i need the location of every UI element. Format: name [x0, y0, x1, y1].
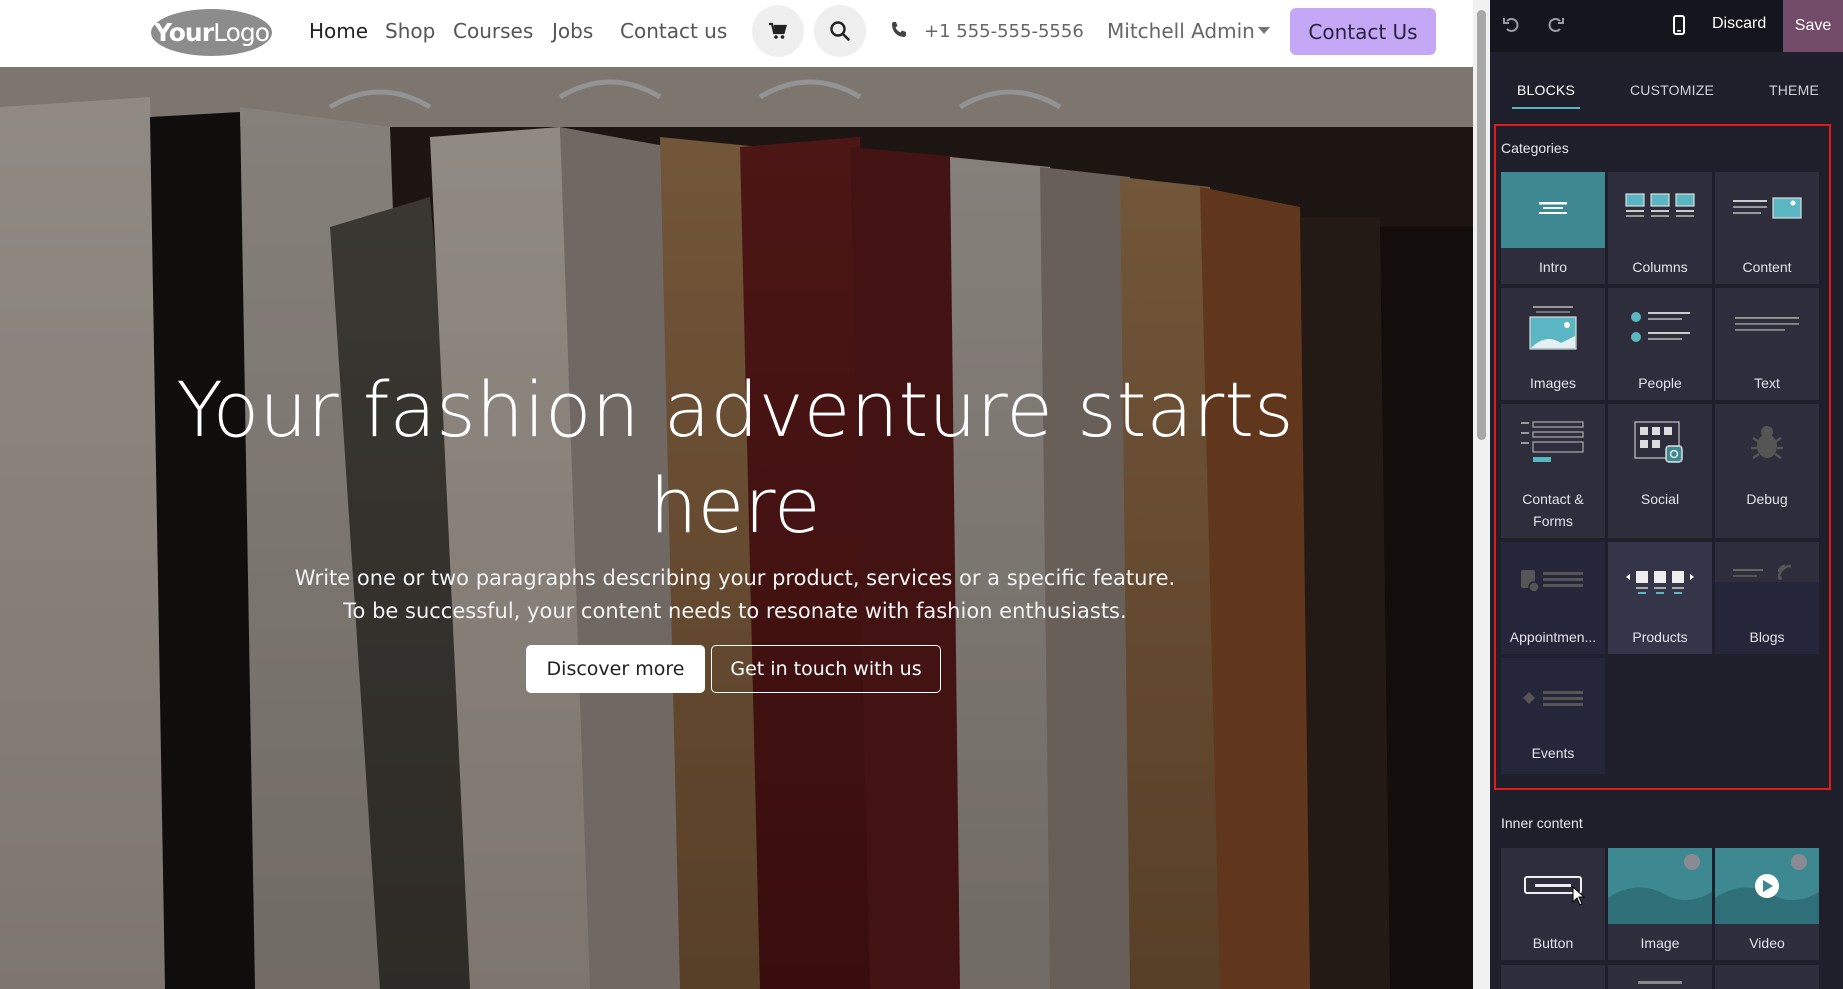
block-content[interactable]: Content [1715, 172, 1819, 284]
get-in-touch-button[interactable]: Get in touch with us [711, 645, 941, 693]
inner-block-partial-3[interactable] [1715, 965, 1819, 989]
inner-block-video[interactable]: Video [1715, 848, 1819, 960]
nav-link-contact[interactable]: Contact us [620, 19, 727, 43]
appointments-thumbnail-icon [1521, 570, 1583, 593]
mobile-preview-icon[interactable] [1667, 13, 1691, 37]
search-button[interactable] [814, 5, 866, 57]
undo-icon[interactable] [1500, 13, 1524, 37]
products-thumbnail-icon [1626, 571, 1694, 594]
inner-content-title: Inner content [1501, 815, 1583, 831]
tab-blocks[interactable]: BLOCKS [1517, 82, 1575, 98]
block-debug[interactable]: Debug [1715, 404, 1819, 538]
inner-block-image[interactable]: Image [1608, 848, 1712, 960]
block-columns[interactable]: Columns [1608, 172, 1712, 284]
contact-us-button[interactable]: Contact Us [1290, 8, 1436, 55]
nav-link-jobs[interactable]: Jobs [552, 19, 593, 43]
columns-thumbnail-icon [1625, 193, 1695, 217]
discard-button[interactable]: Discard [1712, 15, 1766, 33]
nav-link-home[interactable]: Home [309, 19, 368, 43]
cart-button[interactable] [752, 5, 804, 57]
bug-icon [1751, 426, 1783, 460]
images-thumbnail-icon [1529, 306, 1577, 350]
partial-thumbnail-icon [1638, 981, 1682, 984]
block-blogs[interactable]: Blogs [1715, 542, 1819, 654]
site-logo[interactable]: Your Logo [151, 9, 272, 56]
events-thumbnail-icon [1523, 691, 1583, 706]
redo-icon[interactable] [1543, 13, 1567, 37]
scroll-thumb[interactable] [1477, 10, 1486, 440]
mouse-cursor-icon [1572, 886, 1586, 906]
image-thumbnail-icon [1608, 848, 1712, 924]
social-thumbnail-icon [1634, 421, 1683, 463]
blogs-thumbnail-icon [1715, 542, 1819, 582]
search-icon [830, 21, 850, 41]
website-preview: Your Logo Home Shop Courses Jobs Contact … [0, 0, 1473, 989]
block-appointments[interactable]: Appointmen... [1501, 542, 1605, 654]
block-people[interactable]: People [1608, 288, 1712, 400]
inner-block-partial-1[interactable] [1501, 965, 1605, 989]
contact-forms-thumbnail-icon [1521, 421, 1584, 462]
save-button[interactable]: Save [1783, 0, 1843, 52]
nav-link-shop[interactable]: Shop [385, 19, 435, 43]
people-thumbnail-icon [1631, 312, 1690, 342]
video-thumbnail-icon [1715, 848, 1819, 924]
hero-section: Your fashion adventure starts here Write… [0, 67, 1473, 989]
phone-icon [892, 22, 906, 37]
tab-customize[interactable]: CUSTOMIZE [1630, 82, 1714, 98]
hero-title: Your fashion adventure starts here [176, 365, 1294, 550]
block-images[interactable]: Images [1501, 288, 1605, 400]
user-menu[interactable]: Mitchell Admin [1107, 19, 1255, 43]
block-text[interactable]: Text [1715, 288, 1819, 400]
block-intro[interactable]: Intro [1501, 172, 1605, 284]
inner-block-partial-2[interactable] [1608, 965, 1712, 989]
categories-title: Categories [1501, 140, 1569, 156]
block-contact-forms[interactable]: Contact & Forms [1501, 404, 1605, 538]
button-thumbnail-icon [1524, 876, 1582, 894]
block-products[interactable]: Products [1608, 542, 1712, 654]
site-navbar: Your Logo Home Shop Courses Jobs Contact … [0, 0, 1473, 67]
page-scrollbar[interactable] [1473, 0, 1490, 989]
phone-number[interactable]: +1 555-555-5556 [924, 21, 1084, 42]
block-social[interactable]: Social [1608, 404, 1712, 538]
discover-more-button[interactable]: Discover more [526, 645, 705, 693]
chevron-down-icon [1258, 27, 1270, 34]
tab-theme[interactable]: THEME [1769, 82, 1819, 98]
active-tab-indicator [1512, 107, 1580, 109]
inner-block-button[interactable]: Button [1501, 848, 1605, 960]
intro-thumbnail-icon [1501, 172, 1605, 248]
text-thumbnail-icon [1735, 317, 1799, 331]
hero-subtitle: Write one or two paragraphs describing y… [294, 566, 1176, 623]
block-events[interactable]: Events [1501, 658, 1605, 774]
nav-link-courses[interactable]: Courses [453, 19, 533, 43]
content-thumbnail-icon [1733, 197, 1802, 219]
cart-icon [769, 22, 787, 39]
